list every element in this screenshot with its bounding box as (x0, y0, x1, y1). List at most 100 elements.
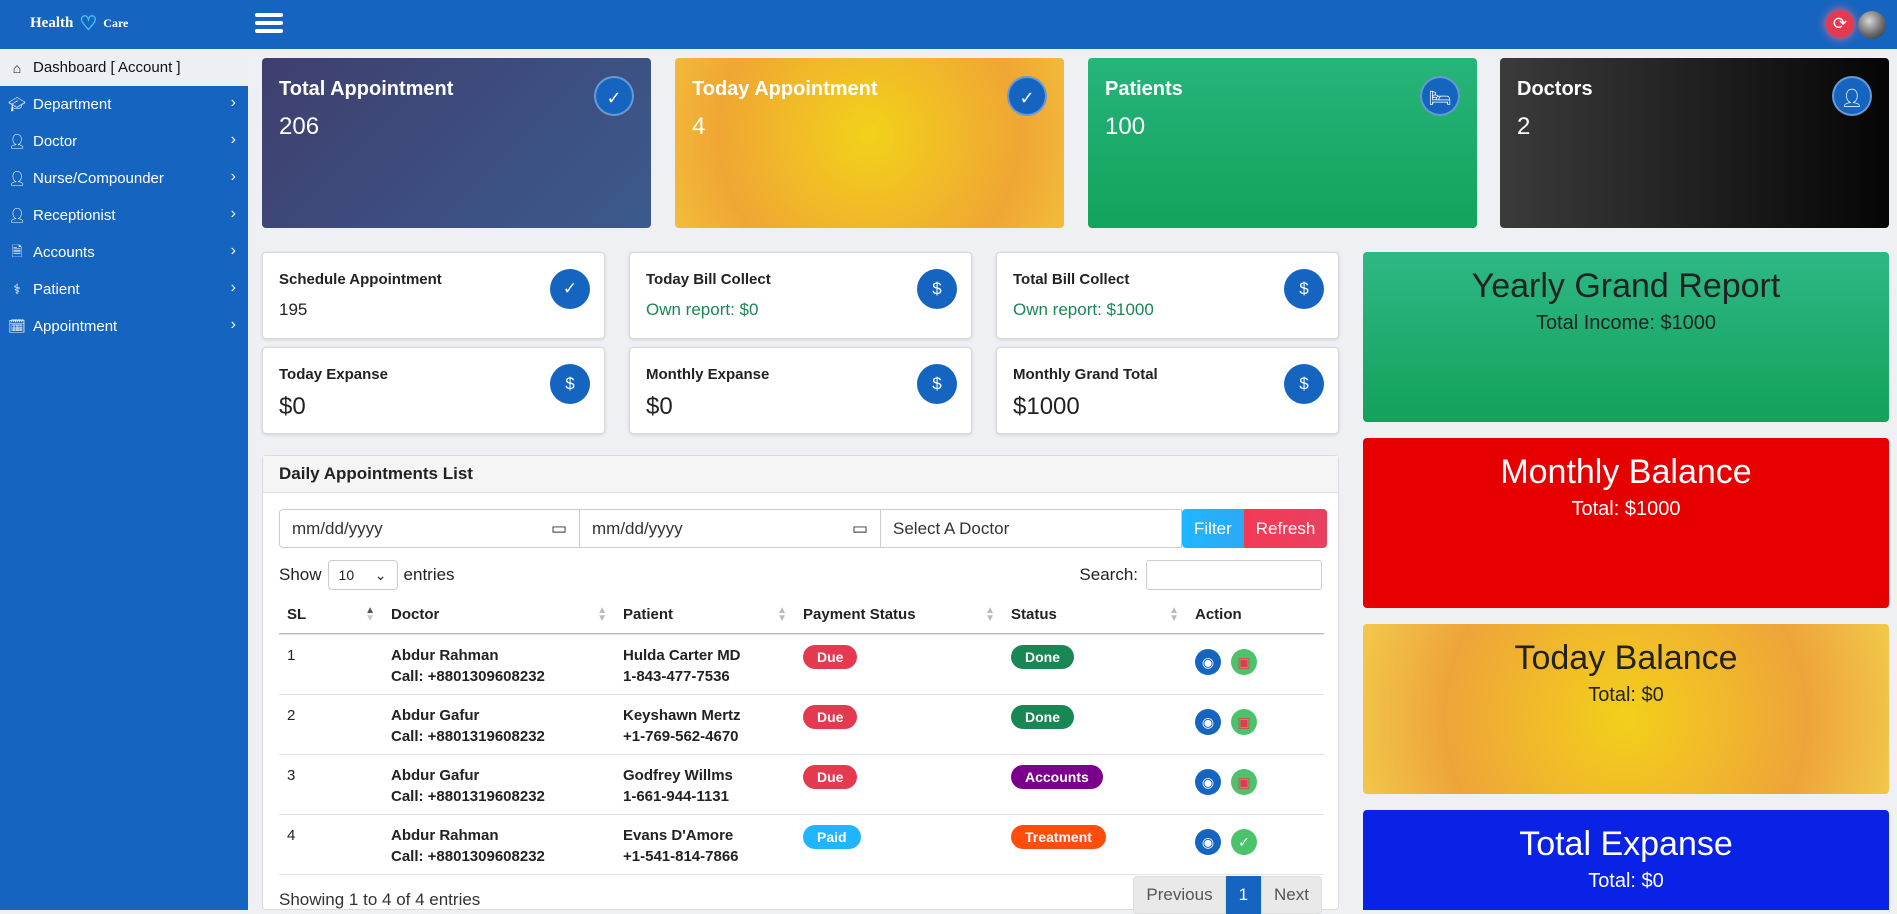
report-title: Yearly Grand Report (1471, 267, 1781, 305)
sidebar-item-label: Department (33, 96, 112, 113)
sidebar-item-doctor[interactable]: 👤︎ Doctor › (0, 123, 248, 160)
refresh-button[interactable]: Refresh (1243, 509, 1328, 548)
avatar[interactable] (1858, 11, 1886, 39)
previous-button[interactable]: Previous (1133, 876, 1226, 914)
eye-icon[interactable]: ◉ (1195, 649, 1221, 675)
report-monthly-balance: Monthly Balance Total: $1000 (1363, 438, 1889, 608)
column-header-patient[interactable]: Patient ▲ ▼ (615, 597, 795, 634)
date-to-placeholder: mm/dd/yyyy (592, 518, 683, 538)
cell-action: ◉ ▣ (1187, 635, 1324, 694)
date-to-input[interactable]: mm/dd/yyyy ▭ (580, 509, 881, 548)
stat-title: Today Appointment (692, 78, 878, 100)
table-search: Search: (1079, 560, 1322, 590)
report-title: Monthly Balance (1500, 453, 1752, 491)
card-title: Monthly Grand Total (1013, 366, 1158, 383)
sidebar-item-label: Doctor (33, 133, 78, 150)
check-circle-icon[interactable]: ✓ (1231, 829, 1257, 855)
sidebar-item-department[interactable]: 🎓︎ Department › (0, 86, 248, 123)
user-icon: 👤︎ (8, 207, 26, 223)
card-value: $0 (279, 393, 306, 420)
invoice-dollar-icon: $ (917, 269, 957, 309)
sidebar-item-label: Receptionist (33, 207, 116, 224)
user-md-icon: 👤︎ (1832, 76, 1872, 116)
doctor-select[interactable]: Select A Doctor (881, 509, 1182, 548)
cell-action: ◉ ✓ (1187, 815, 1324, 874)
card-monthly-grand-total: Monthly Grand Total $1000 $ (996, 347, 1339, 434)
sidebar-item-label: Appointment (33, 318, 118, 335)
date-from-input[interactable]: mm/dd/yyyy ▭ (279, 509, 580, 548)
card-today-expanse: Today Expanse $0 $ (262, 347, 605, 434)
table-header: SL ▲ ▼ Doctor ▲ ▼ Patient ▲ ▼ Payment Status ▲ ▼… (279, 597, 1324, 635)
card-value: $0 (646, 393, 673, 420)
sidebar-item-label: Dashboard [ Account ] (33, 59, 181, 76)
panel-title: Daily Appointments List (263, 456, 1338, 493)
cell-status: Done (1003, 635, 1187, 694)
user-md-icon: 👤︎ (8, 133, 26, 149)
card-title: Today Expanse (279, 366, 388, 383)
pagination: Previous 1 Next (1133, 876, 1322, 914)
stat-card-today-appointment: Today Appointment 4 ✓ (675, 58, 1064, 228)
money-icon[interactable]: ▣ (1231, 709, 1257, 735)
calendar-check-icon: ✓ (550, 269, 590, 309)
stat-value: 206 (279, 113, 320, 140)
cell-sl: 4 (287, 827, 296, 844)
cell-patient: Evans D'Amore +1-541-814-7866 (623, 827, 739, 865)
column-header-payment-status[interactable]: Payment Status ▲ ▼ (795, 597, 1003, 634)
page-1-button[interactable]: 1 (1225, 876, 1262, 914)
logo[interactable]: Health ♡ Care (30, 11, 128, 36)
date-from-placeholder: mm/dd/yyyy (292, 518, 383, 538)
refresh-icon[interactable]: ⟳ (1826, 10, 1854, 38)
cell-doctor: Abdur Rahman Call: +8801309608232 (391, 827, 545, 865)
cell-payment: Due (795, 755, 1003, 814)
card-title: Schedule Appointment (279, 271, 442, 288)
status-badge: Done (1011, 645, 1074, 669)
card-monthly-expanse: Monthly Expanse $0 $ (629, 347, 972, 434)
sidebar-item-appointment[interactable]: 🗓︎ Appointment › (0, 308, 248, 345)
entries-length: Show 10 ⌄ entries (279, 560, 455, 590)
calendar-icon[interactable]: ▭ (551, 519, 567, 539)
money-icon[interactable]: ▣ (1231, 769, 1257, 795)
card-title: Today Bill Collect (646, 271, 771, 288)
report-title: Today Balance (1514, 639, 1738, 677)
table-row: 3 Abdur Gafur Call: +8801319608232 Godfre… (279, 755, 1324, 815)
eye-icon[interactable]: ◉ (1195, 769, 1221, 795)
calendar-icon[interactable]: ▭ (852, 519, 868, 539)
sidebar-item-nurse[interactable]: 👤︎ Nurse/Compounder › (0, 160, 248, 197)
search-input[interactable] (1146, 560, 1322, 590)
sidebar-item-receptionist[interactable]: 👤︎ Receptionist › (0, 197, 248, 234)
card-today-bill-collect: Today Bill Collect Own report: $0 $ (629, 252, 972, 339)
cell-sl: 2 (287, 707, 296, 724)
money-icon[interactable]: ▣ (1231, 649, 1257, 675)
entries-select[interactable]: 10 ⌄ (327, 560, 398, 590)
user-nurse-icon: 👤︎ (8, 170, 26, 186)
column-header-doctor[interactable]: Doctor ▲ ▼ (383, 597, 615, 634)
stat-title: Patients (1105, 78, 1183, 100)
report-sub: Total: $0 (1588, 684, 1664, 706)
card-value: 195 (279, 300, 308, 319)
invoice-dollar-icon: $ (550, 364, 590, 404)
column-header-status[interactable]: Status ▲ ▼ (1003, 597, 1187, 634)
sidebar-item-dashboard[interactable]: ⌂ Dashboard [ Account ] (0, 49, 248, 86)
filter-button[interactable]: Filter (1182, 509, 1244, 548)
card-value: Own report: $0 (646, 300, 759, 319)
sidebar-item-label: Patient (33, 281, 80, 298)
sidebar-item-patient[interactable]: ⚕ Patient › (0, 271, 248, 308)
cell-sl: 1 (287, 647, 296, 664)
card-value: Own report: $1000 (1013, 300, 1154, 319)
table-row: 1 Abdur Rahman Call: +8801309608232 Hulda… (279, 635, 1324, 695)
eye-icon[interactable]: ◉ (1195, 829, 1221, 855)
hamburger-icon[interactable] (255, 9, 283, 37)
column-header-sl[interactable]: SL ▲ ▼ (279, 597, 383, 634)
filter-bar: mm/dd/yyyy ▭ mm/dd/yyyy ▭ Select A Docto… (279, 509, 1328, 548)
stat-card-patients: Patients 100 🛏︎ (1088, 58, 1477, 228)
sidebar: ⌂ Dashboard [ Account ] 🎓︎ Department › … (0, 49, 248, 910)
cell-status: Treatment (1003, 815, 1187, 874)
report-sub: Total Income: $1000 (1535, 312, 1717, 334)
eye-icon[interactable]: ◉ (1195, 709, 1221, 735)
next-button[interactable]: Next (1261, 876, 1322, 914)
entries-value: 10 (338, 567, 355, 583)
sidebar-item-accounts[interactable]: 🗎 Accounts › (0, 234, 248, 271)
invoice-dollar-icon: $ (1284, 364, 1324, 404)
table-row: 2 Abdur Gafur Call: +8801319608232 Keysha… (279, 695, 1324, 755)
report-title: Total Expanse (1519, 825, 1733, 863)
